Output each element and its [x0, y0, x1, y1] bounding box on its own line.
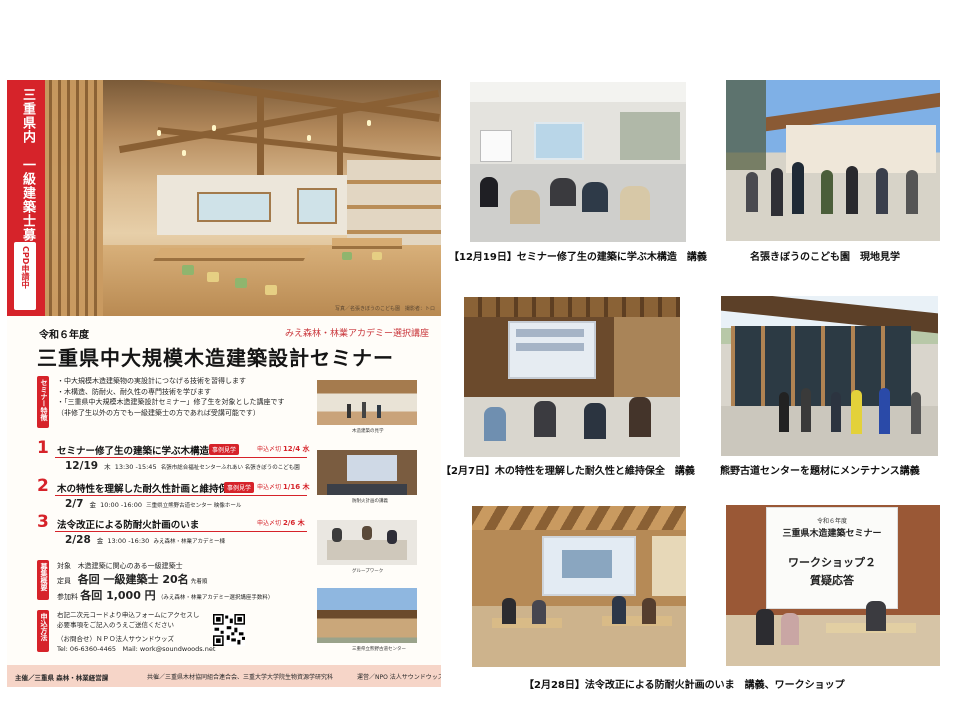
feature-item: ・「三重県中大規模木造建築設計セミナー」修了生を対象とした講座です [57, 398, 285, 406]
slide-text: 令和６年度 [816, 518, 847, 525]
feature-item: （非修了生以外の方でも一級建築士の方であれば受講可能です） [57, 408, 260, 417]
photo-caption: 熊野古道センターを題材にメンテナンス講義 [720, 466, 920, 477]
slide-text: ワークショップ２ [788, 556, 876, 569]
recruitment-details: 対象 木造建築に関心のある一級建築士 定員 各回 一級建築士 20名 先着順 参… [57, 560, 273, 605]
session-schedule: 2/28 金 13:00 -16:30 みえ森林・林業アカデミー棟 [65, 534, 225, 546]
fiscal-year: 令和６年度 [39, 330, 89, 341]
slide-text: 三重県木造建築セミナー [782, 529, 882, 539]
flyer-title: 三重県中大規模木造建築設計セミナー [37, 346, 394, 370]
session-number: 3 [37, 512, 49, 532]
session-number: 2 [37, 476, 49, 496]
deadline: 申込〆切 1/16 木 [257, 483, 310, 491]
flyer-footer: 主催／三重県 森林・林業経営課 共催／三重県木材協同組合連合会、三重大学大学院生… [7, 665, 441, 687]
photo-caption: 【2月7日】木の特性を理解した耐久性と維持保全 講義 [441, 466, 695, 477]
photo-kumano-center-exterior [721, 296, 938, 456]
session-title: 法令改正による防耐火計画のいま [57, 520, 200, 531]
photo-credit: 写真／名張きぼうのこども園 撮影者：トロ [334, 306, 435, 312]
thumb-caption: 三重県立熊野古道センター [352, 647, 406, 652]
session-title: セミナー修了生の建築に学ぶ木構造 [57, 446, 210, 457]
seminar-flyer: 三重県内 一級建築士募集 CPD申請中 写真／名張きぼうのこども園 撮影者：トロ… [7, 80, 441, 687]
site-visit-badge: 事例見学 [224, 482, 255, 493]
feature-item: ・中大規模木造建築物の実設計につなげる技術を習得します [57, 377, 246, 385]
contact-line: Tel: 06-6360-4465 Mail: work@soundwoods.… [57, 645, 216, 653]
session-title: 木の特性を理解した耐久性計画と維持保全 [57, 484, 238, 495]
apply-tag-text: 申込方法 [40, 613, 48, 641]
feature-item: ・木構造、防耐火、耐久性の専門技術を学びます [57, 387, 211, 396]
apply-tag: 申込方法 [37, 610, 49, 652]
deadline: 申込〆切 12/4 水 [257, 445, 310, 453]
photo-caption: 【2月28日】法令改正による防耐火計画のいま 講義、ワークショップ [524, 680, 845, 691]
contact-line: 必要事項をご記入のうえご送信ください [57, 621, 174, 629]
session-number: 1 [37, 438, 49, 458]
photo-lecture-dec19 [470, 82, 686, 242]
features-tag-text: セミナー特徴 [40, 379, 48, 421]
photo-caption: 【12月19日】セミナー修了生の建築に学ぶ木構造 講義 [449, 252, 707, 263]
contact-line: （お問合せ）ＮＰＯ法人サウンドウッズ [57, 635, 174, 643]
thumb-caption: 木造建築の見学 [352, 429, 384, 434]
organizer: 主催／三重県 森林・林業経営課 [15, 674, 109, 682]
recruit-text: 三重県内 一級建築士募集 [20, 88, 35, 256]
qr-code-icon[interactable] [213, 614, 245, 646]
thumb-lecture [317, 450, 417, 495]
photo-workshop-feb28 [472, 506, 686, 667]
features-tag: セミナー特徴 [37, 376, 49, 428]
thumb-site-visit [317, 380, 417, 425]
details-tag: 募集概要 [37, 560, 49, 600]
photo-caption: 名張きぼうのこども園 現地見学 [750, 252, 900, 263]
cpd-badge-text: CPD申請中 [21, 246, 30, 289]
operator: 運営／NPO 法人サウンドウッズ [357, 674, 441, 681]
divider [55, 495, 307, 496]
target-row: 対象 木造建築に関心のある一級建築士 [57, 562, 183, 570]
photo-site-visit-kindergarten [726, 80, 940, 241]
projected-slide: 令和６年度 三重県木造建築セミナー ワークショップ２ 質疑応答 [766, 507, 898, 609]
details-tag-text: 募集概要 [40, 563, 48, 591]
slide-text: 質疑応答 [810, 574, 854, 587]
thumb-caption: 防耐火計画の講義 [352, 499, 388, 504]
session-schedule: 12/19 木 13:30 -15:45 名張市総合福祉センターふれあい 名張きぼ… [65, 460, 300, 472]
photo-lecture-feb7 [464, 297, 680, 457]
contact-line: 右記二次元コードより申込フォームにアクセスし [57, 611, 200, 619]
thumb-kumano-center [317, 588, 417, 643]
photo-workshop-qa: 令和６年度 三重県木造建築セミナー ワークショップ２ 質疑応答 [726, 505, 940, 666]
features-list: ・中大規模木造建築物の実設計につなげる技術を習得します ・木構造、防耐火、耐久性… [57, 376, 319, 418]
thumb-caption: グループワーク [352, 569, 384, 574]
capacity-row: 定員 各回 一級建築士 20名 先着順 [57, 573, 208, 586]
cosponsor: 共催／三重県木材協同組合連合会、三重大学大学院生物資源学研究科 [147, 674, 334, 681]
academy-label: みえ森林・林業アカデミー選択講座 [284, 329, 429, 339]
site-visit-badge: 事例見学 [209, 444, 240, 455]
contact-info: 右記二次元コードより申込フォームにアクセスし 必要事項をご記入のうえご送信くださ… [57, 610, 215, 654]
divider [55, 457, 307, 458]
cpd-badge: CPD申請中 [14, 242, 36, 310]
thumb-group-work [317, 520, 417, 565]
deadline: 申込〆切 2/6 木 [257, 519, 305, 527]
session-schedule: 2/7 金 10:00 -16:00 三重県立熊野古道センター 映像ホール [65, 498, 242, 510]
divider [55, 531, 307, 532]
fee-row: 参加料 各回 1,000 円 （みえ森林・林業アカデミー選択講座手数料） [57, 589, 274, 602]
